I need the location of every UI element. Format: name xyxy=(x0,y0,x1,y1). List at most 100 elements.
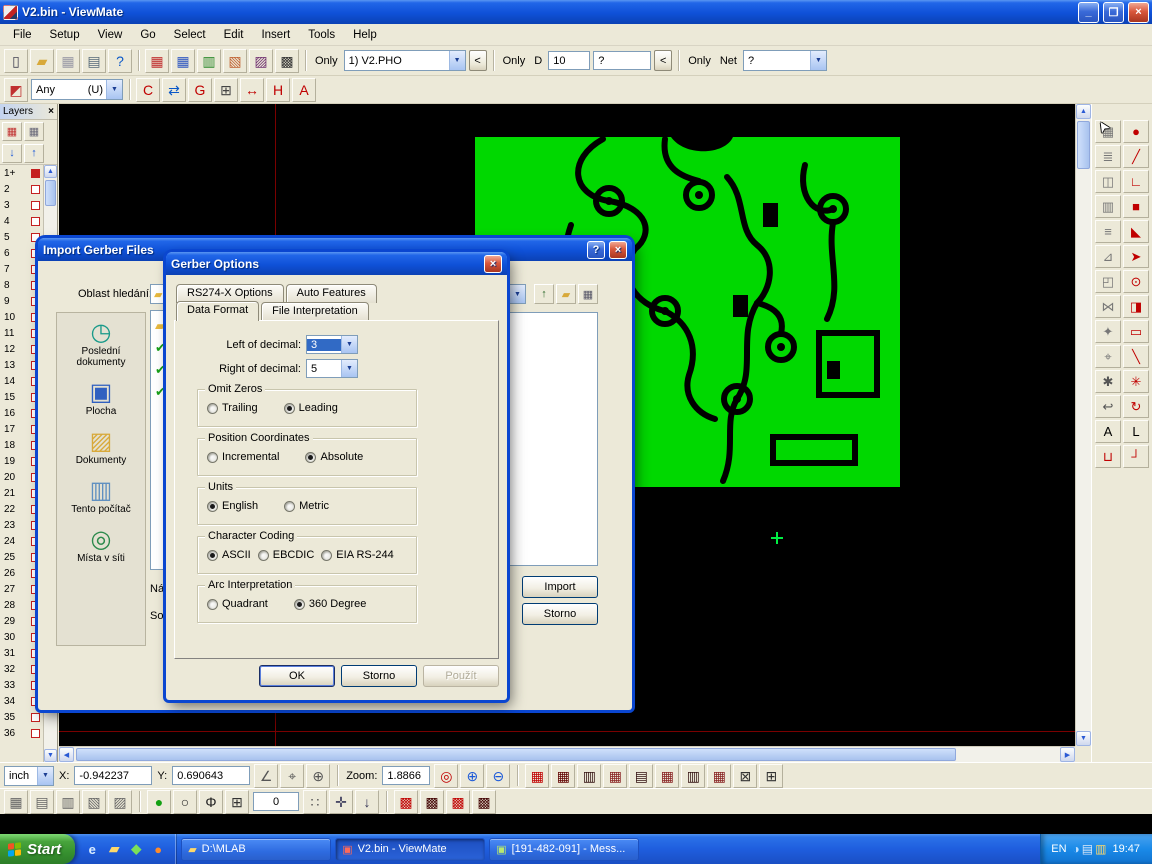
grid-snap-button[interactable]: ⊞ xyxy=(214,78,238,102)
radio-absolute[interactable]: Absolute xyxy=(305,451,363,463)
layer-row[interactable]: 21 xyxy=(0,485,43,501)
cancel-button[interactable]: Storno xyxy=(522,603,598,625)
chevron-down-icon[interactable]: ▼ xyxy=(37,767,53,785)
layer-row[interactable]: 1+ xyxy=(0,165,43,181)
minimize-button[interactable]: _ xyxy=(1078,2,1099,23)
swap-layers-button[interactable]: ⇄ xyxy=(162,78,186,102)
layer-color-swatch[interactable] xyxy=(31,201,40,210)
table-view-button[interactable]: ▥ xyxy=(1095,195,1121,218)
unit-select[interactable]: inch ▼ xyxy=(4,766,54,786)
dialog-close-button[interactable]: × xyxy=(609,241,627,259)
draw-burst-button[interactable]: ✳ xyxy=(1123,370,1149,393)
menu-help[interactable]: Help xyxy=(344,26,386,44)
layer-row[interactable]: 23 xyxy=(0,517,43,533)
layer-row[interactable]: 9 xyxy=(0,293,43,309)
settings-gear-button[interactable]: ✱ xyxy=(1095,370,1121,393)
radio-leading[interactable]: Leading xyxy=(284,402,338,414)
board-grid-button[interactable]: ▦ xyxy=(707,764,731,788)
layers-panel-close-button[interactable]: × xyxy=(48,106,54,117)
layer-color-swatch[interactable] xyxy=(31,185,40,194)
layer-row[interactable]: 17 xyxy=(0,421,43,437)
chevron-down-icon[interactable]: ▼ xyxy=(341,336,357,353)
stretch-tool-button[interactable]: ↔ xyxy=(240,78,264,102)
board-grid-button[interactable]: ▦ xyxy=(603,764,627,788)
layer-row[interactable]: 14 xyxy=(0,373,43,389)
mini-grid-button[interactable]: ▦ xyxy=(4,790,28,814)
list-view-button[interactable]: ≡ xyxy=(1095,220,1121,243)
place-desktop[interactable]: ▣Plocha xyxy=(57,381,145,417)
scroll-up-button[interactable]: ▲ xyxy=(1076,104,1091,119)
draw-triangle-button[interactable]: ◣ xyxy=(1123,220,1149,243)
layer-row[interactable]: 28 xyxy=(0,597,43,613)
place-my-computer[interactable]: ▥Tento počítač xyxy=(57,479,145,515)
probe-button[interactable]: ⊕ xyxy=(306,764,330,788)
start-button[interactable]: Start xyxy=(0,834,75,864)
open-folder-button[interactable]: ▰ xyxy=(30,49,54,73)
net-filter-select[interactable]: ? ▼ xyxy=(743,50,827,71)
layer-row[interactable]: 33 xyxy=(0,677,43,693)
previous-layer-button[interactable]: < xyxy=(469,50,487,71)
layer-row[interactable]: 31 xyxy=(0,645,43,661)
layer-select[interactable]: 1) V2.PHO ▼ xyxy=(344,50,466,71)
layer-row[interactable]: 36 xyxy=(0,725,43,741)
layer-row[interactable]: 13 xyxy=(0,357,43,373)
dcode-field[interactable]: 10 xyxy=(548,51,590,70)
gerber-tool-button[interactable]: G xyxy=(188,78,212,102)
menu-setup[interactable]: Setup xyxy=(41,26,89,44)
place-network-places[interactable]: ◎Místa v síti xyxy=(57,528,145,564)
circle-aperture-button[interactable]: C xyxy=(136,78,160,102)
up-folder-button[interactable]: ↑ xyxy=(534,284,554,304)
tab-file-interpretation[interactable]: File Interpretation xyxy=(261,302,369,321)
new-document-button[interactable]: ▯ xyxy=(4,49,28,73)
layer-row[interactable]: 30 xyxy=(0,629,43,645)
vertical-scrollbar[interactable]: ▲ ▼ xyxy=(1075,104,1091,746)
scroll-left-button[interactable]: ◀ xyxy=(59,747,74,762)
layer-row[interactable]: 18 xyxy=(0,437,43,453)
zoom-out-button[interactable]: ⊖ xyxy=(486,764,510,788)
messenger-launch-button[interactable]: ◆ xyxy=(127,840,145,858)
storno-button[interactable]: Storno xyxy=(341,665,417,687)
dot-grid-button[interactable]: ∷ xyxy=(303,790,327,814)
taskbar-task[interactable]: ▣[191-482-091] - Mess... xyxy=(489,838,639,861)
flash-pad-button[interactable]: ● xyxy=(1123,120,1149,143)
board-grid-button[interactable]: ▥ xyxy=(577,764,601,788)
menu-view[interactable]: View xyxy=(89,26,132,44)
taskbar-task[interactable]: ▣V2.bin - ViewMate xyxy=(335,838,485,861)
layer-table-button[interactable]: ▦ xyxy=(24,122,44,141)
layer-table-red-button[interactable]: ▦ xyxy=(2,122,22,141)
layer-row[interactable]: 7 xyxy=(0,261,43,277)
selection-filter-button[interactable]: ◩ xyxy=(4,78,28,102)
draw-line-button[interactable]: ╱ xyxy=(1123,145,1149,168)
radio-ebcdic[interactable]: EBCDIC xyxy=(258,549,315,561)
aperture-list-button[interactable]: A xyxy=(292,78,316,102)
status-led-button[interactable]: ● xyxy=(147,790,171,814)
mini-table-button[interactable]: ▥ xyxy=(56,790,80,814)
mini-chart-button[interactable]: ▧ xyxy=(82,790,106,814)
chevron-down-icon[interactable]: ▼ xyxy=(341,360,357,377)
right-of-decimal-select[interactable]: 5▼ xyxy=(306,359,358,378)
layer-row[interactable]: 29 xyxy=(0,613,43,629)
layer-report-button[interactable]: ▩ xyxy=(275,49,299,73)
layer-merge-button[interactable]: ▥ xyxy=(197,49,221,73)
scrollbar-thumb[interactable] xyxy=(45,180,56,206)
layer-align-button[interactable]: ▨ xyxy=(249,49,273,73)
y-coordinate-field[interactable]: 0.690643 xyxy=(172,766,250,785)
circle-shape-button[interactable]: ○ xyxy=(173,790,197,814)
height-tool-button[interactable]: H xyxy=(266,78,290,102)
restore-button[interactable]: ❐ xyxy=(1103,2,1124,23)
layer-row[interactable]: 32 xyxy=(0,661,43,677)
mini-list-button[interactable]: ▨ xyxy=(108,790,132,814)
menu-select[interactable]: Select xyxy=(165,26,215,44)
layers-panel-header[interactable]: Layers × xyxy=(0,104,57,120)
context-help-button[interactable]: ? xyxy=(108,49,132,73)
save-button[interactable]: ▦ xyxy=(56,49,80,73)
layer-row[interactable]: 11 xyxy=(0,325,43,341)
internet-explorer-button[interactable]: e xyxy=(83,840,101,858)
tray-clipboard-button[interactable]: ▥ xyxy=(1095,842,1106,856)
corner-tool-button[interactable]: ┘ xyxy=(1123,445,1149,468)
board-grid-button[interactable]: ⊠ xyxy=(733,764,757,788)
scroll-down-button[interactable]: ▼ xyxy=(44,749,57,762)
new-folder-button[interactable]: ▰ xyxy=(556,284,576,304)
chevron-down-icon[interactable]: ▼ xyxy=(106,80,122,99)
phi-shape-button[interactable]: Φ xyxy=(199,790,223,814)
